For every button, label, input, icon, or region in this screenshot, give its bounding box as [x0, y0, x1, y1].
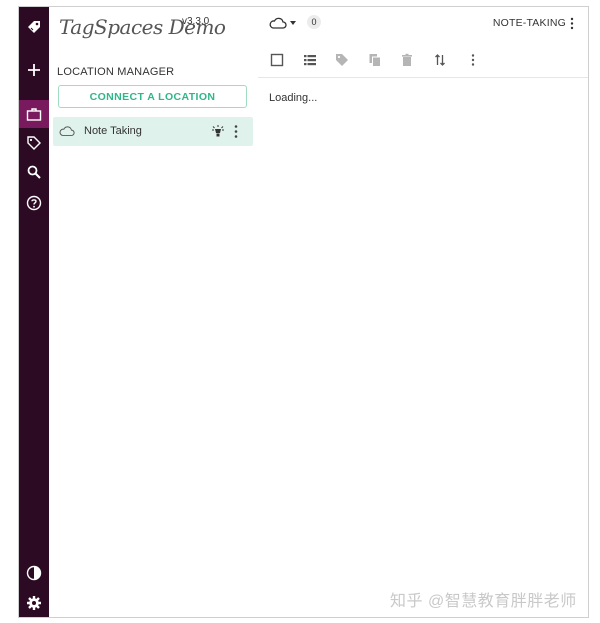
- perspective-toolbar: [258, 50, 588, 72]
- view-mode-button[interactable]: [299, 50, 321, 70]
- location-more-icon[interactable]: [233, 124, 239, 139]
- cloud-icon: [59, 126, 75, 136]
- loading-text: Loading...: [269, 92, 318, 104]
- select-all-button[interactable]: [266, 50, 288, 70]
- gear-icon: [27, 596, 41, 610]
- delete-icon: [402, 53, 412, 66]
- list-view-icon: [304, 55, 316, 66]
- location-manager-title: LOCATION MANAGER: [57, 66, 175, 78]
- delete-button[interactable]: [396, 50, 418, 70]
- location-name: Note Taking: [84, 125, 142, 137]
- copy-icon: [369, 54, 381, 67]
- theme-toggle-button[interactable]: [19, 559, 49, 587]
- location-manager-panel: TagSpaces Demo v3.3.0 LOCATION MANAGER C…: [49, 7, 259, 617]
- watermark-text: 知乎 @智慧教育胖胖老师: [390, 593, 577, 610]
- location-item-note-taking[interactable]: Note Taking: [53, 117, 253, 146]
- vertical-nav-rail: [19, 7, 49, 617]
- lightbulb-icon[interactable]: [211, 124, 225, 139]
- checkbox-icon: [270, 53, 284, 67]
- create-button[interactable]: [19, 56, 49, 84]
- current-location-label[interactable]: NOTE-TAKING: [493, 17, 566, 29]
- app-logo-button[interactable]: [19, 13, 49, 41]
- tag-library-button[interactable]: [19, 129, 49, 157]
- location-options-icon[interactable]: [570, 17, 574, 30]
- location-type-cloud-icon[interactable]: [269, 16, 287, 30]
- search-button[interactable]: [19, 158, 49, 186]
- more-options-button[interactable]: [462, 50, 484, 70]
- tag-icon: [336, 54, 348, 66]
- plus-icon: [28, 64, 40, 76]
- locations-button[interactable]: [19, 100, 49, 128]
- briefcase-icon: [26, 108, 42, 121]
- chevron-down-icon[interactable]: [290, 21, 296, 25]
- toolbar-divider: [258, 77, 588, 78]
- app-window: TagSpaces Demo v3.3.0 LOCATION MANAGER C…: [18, 6, 589, 618]
- app-version: v3.3.0: [182, 16, 210, 27]
- tag-icon: [27, 136, 41, 150]
- connect-location-button[interactable]: CONNECT A LOCATION: [58, 85, 247, 108]
- help-button[interactable]: [19, 189, 49, 217]
- more-icon: [471, 54, 475, 66]
- sort-button[interactable]: [429, 50, 451, 70]
- sort-icon: [435, 54, 445, 66]
- main-content: 0 NOTE-TAKING Loading...: [258, 7, 588, 617]
- entry-count-badge: 0: [307, 15, 321, 29]
- tag-logo-icon: [28, 21, 40, 33]
- copy-move-button[interactable]: [364, 50, 386, 70]
- tag-files-button[interactable]: [331, 50, 353, 70]
- contrast-icon: [26, 565, 42, 581]
- search-icon: [27, 165, 41, 179]
- settings-button[interactable]: [19, 589, 49, 617]
- help-icon: [26, 195, 42, 211]
